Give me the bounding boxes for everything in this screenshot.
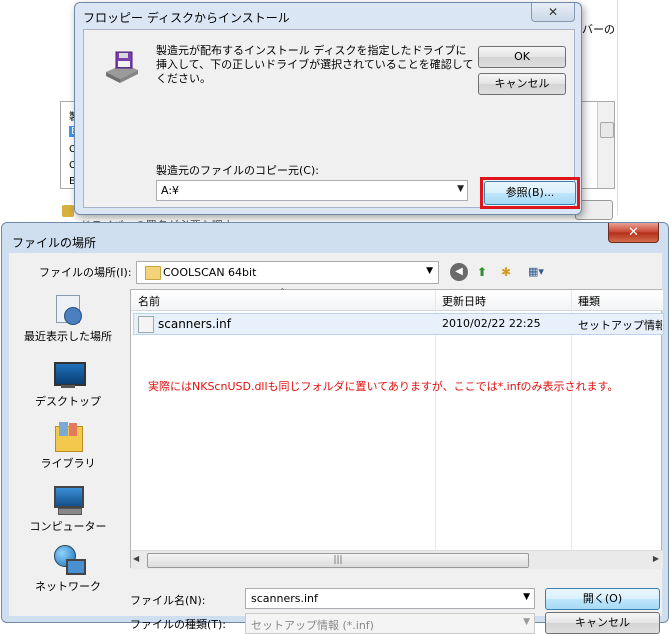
scroll-left-icon[interactable]: ◀ <box>133 554 139 563</box>
close-button[interactable]: ✕ <box>531 3 575 22</box>
location-combobox[interactable]: COOLSCAN 64bit ▼ <box>136 261 439 284</box>
up-folder-icon[interactable]: ⬆ <box>474 263 490 281</box>
place-recent[interactable]: 最近表示した場所 <box>19 293 117 344</box>
sort-indicator-icon: ⌃ <box>279 287 286 296</box>
cancel-button[interactable]: キャンセル <box>478 73 566 95</box>
desktop-icon <box>52 358 86 390</box>
scroll-thumb[interactable]: ||| <box>147 553 529 568</box>
network-icon <box>52 543 86 575</box>
scroll-right-icon[interactable]: ▶ <box>653 554 659 563</box>
file-list[interactable]: ⌃ 名前 更新日時 種類 scanners.inf 2010/02/22 22:… <box>130 287 664 569</box>
floppy-drive-icon <box>106 51 138 83</box>
chevron-down-icon[interactable]: ▼ <box>523 617 530 627</box>
background-partial-text: バーの <box>582 23 615 36</box>
filename-value: scanners.inf <box>251 592 318 605</box>
close-button[interactable]: ✕ <box>608 223 659 243</box>
place-label: 最近表示した場所 <box>24 330 112 343</box>
copy-from-label: 製造元のファイルのコピー元(C): <box>156 164 319 177</box>
place-network[interactable]: ネットワーク <box>19 543 117 594</box>
background-window-edge <box>617 0 669 215</box>
place-label: ネットワーク <box>35 580 101 593</box>
file-row[interactable]: scanners.inf 2010/02/22 22:25 セットアップ情報 <box>133 313 664 335</box>
folder-icon <box>145 266 161 280</box>
place-desktop[interactable]: デスクトップ <box>19 358 117 409</box>
annotation-note: 実際にはNKScnUSD.dllも同じフォルダに置いてありますが、ここでは*.i… <box>148 380 619 393</box>
recent-places-icon <box>52 293 84 325</box>
place-label: ライブラリ <box>40 457 96 470</box>
file-location-dialog: ファイルの場所 ✕ ファイルの場所(I): COOLSCAN 64bit ▼ ◀… <box>1 222 669 634</box>
location-label: ファイルの場所(I): <box>39 266 132 279</box>
new-folder-icon[interactable]: ✱ <box>497 263 515 281</box>
ok-button[interactable]: OK <box>478 46 566 68</box>
filetype-value: セットアップ情報 (*.inf) <box>251 619 374 632</box>
file-type: セットアップ情報 <box>578 319 662 332</box>
location-value: COOLSCAN 64bit <box>163 266 257 279</box>
file-date: 2010/02/22 22:25 <box>442 317 541 330</box>
chevron-down-icon[interactable]: ▼ <box>523 592 530 602</box>
filetype-label: ファイルの種類(T): <box>130 618 227 631</box>
background-scrollbar[interactable] <box>597 102 614 188</box>
column-date[interactable]: 更新日時 <box>442 293 486 309</box>
dialog-body: ファイルの場所(I): COOLSCAN 64bit ▼ ◀ ⬆ ✱ ▦▾ 最近… <box>9 253 664 634</box>
column-name[interactable]: 名前 <box>138 293 160 309</box>
place-computer[interactable]: コンピューター <box>19 483 117 534</box>
dialog-title: フロッピー ディスクからインストール <box>83 11 290 25</box>
install-from-disk-dialog: フロッピー ディスクからインストール ✕ 製造元が配布するインストール ディスク… <box>74 2 582 215</box>
shield-icon <box>62 205 74 217</box>
column-header: ⌃ 名前 更新日時 種類 <box>131 287 663 311</box>
copy-from-combobox[interactable]: A:¥ ▼ <box>156 180 468 201</box>
chevron-down-icon[interactable]: ▼ <box>457 184 464 194</box>
file-name: scanners.inf <box>158 317 231 331</box>
open-button[interactable]: 開く(O) <box>545 588 660 610</box>
browse-button[interactable]: 参照(B)... <box>484 181 576 205</box>
cancel-button[interactable]: キャンセル <box>545 612 660 634</box>
place-label: デスクトップ <box>35 395 101 408</box>
chevron-down-icon[interactable]: ▼ <box>426 266 433 276</box>
background-scroll-thumb[interactable] <box>600 122 614 138</box>
horizontal-scrollbar[interactable]: ◀ ||| ▶ <box>131 550 663 569</box>
library-icon <box>52 420 84 452</box>
place-label: コンピューター <box>29 520 107 533</box>
column-type[interactable]: 種類 <box>578 293 600 309</box>
filetype-select[interactable]: セットアップ情報 (*.inf) ▼ <box>245 613 535 634</box>
computer-icon <box>52 483 84 515</box>
back-icon[interactable]: ◀ <box>450 263 468 281</box>
filename-input[interactable]: scanners.inf ▼ <box>245 588 535 609</box>
dialog-body: 製造元が配布するインストール ディスクを指定したドライブに挿入して、下の正しいド… <box>83 29 580 209</box>
view-menu-icon[interactable]: ▦▾ <box>519 263 553 281</box>
filename-label: ファイル名(N): <box>130 594 206 607</box>
place-library[interactable]: ライブラリ <box>19 420 117 471</box>
copy-from-value: A:¥ <box>161 184 180 197</box>
inf-file-icon <box>138 316 154 333</box>
instruction-text: 製造元が配布するインストール ディスクを指定したドライブに挿入して、下の正しいド… <box>156 44 474 85</box>
dialog-title: ファイルの場所 <box>12 236 97 250</box>
